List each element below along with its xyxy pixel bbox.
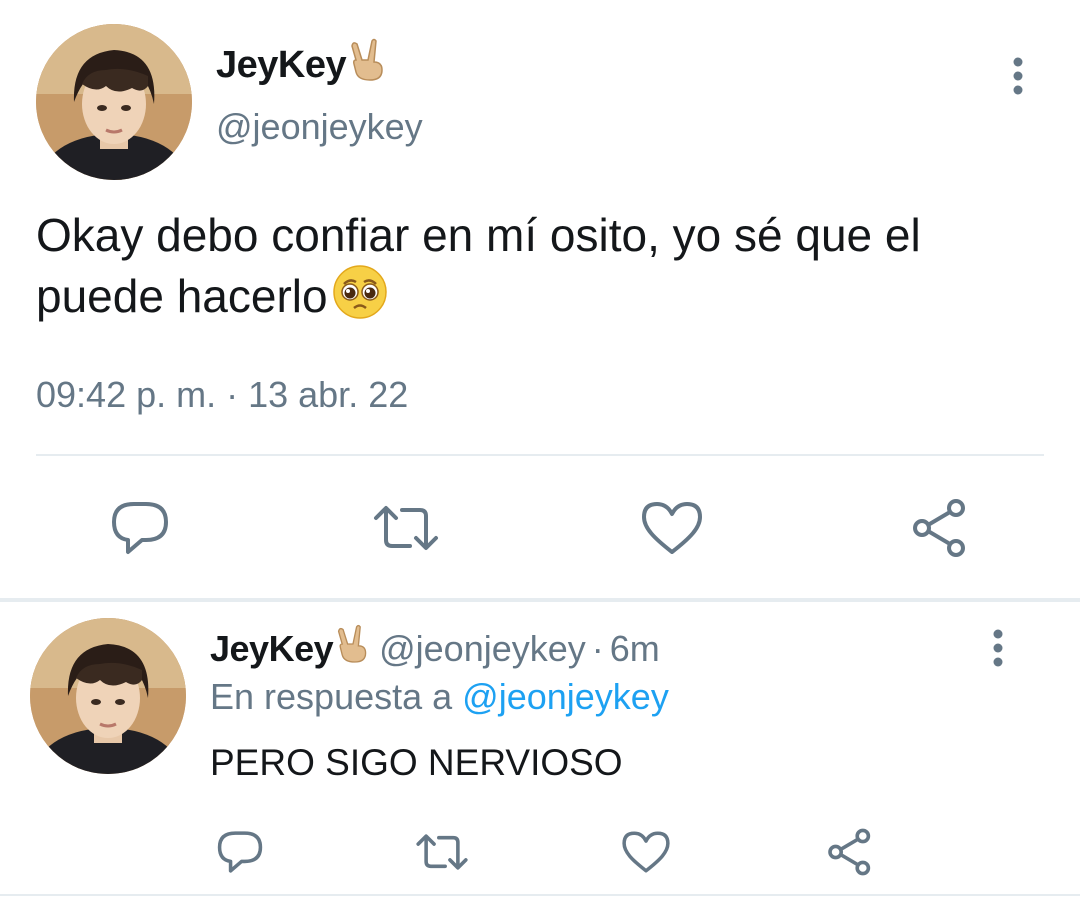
- tweet-timestamp[interactable]: 09:42 p. m. · 13 abr. 22: [36, 374, 408, 416]
- mention-link[interactable]: @jeonjeykey: [462, 676, 669, 717]
- tweet-text-content: Okay debo confiar en mí osito, yo sé que…: [36, 209, 921, 322]
- victory-hand-emoji: [335, 624, 371, 673]
- display-name[interactable]: JeyKey: [216, 38, 388, 92]
- more-vertical-icon[interactable]: [1004, 56, 1032, 96]
- like-icon[interactable]: [614, 822, 678, 882]
- avatar[interactable]: [30, 618, 186, 774]
- profile-photo: [36, 24, 192, 180]
- like-icon[interactable]: [634, 492, 710, 564]
- section-separator: [0, 598, 1080, 602]
- divider: [36, 454, 1044, 456]
- share-icon[interactable]: [904, 492, 976, 564]
- tweet-time-ago[interactable]: 6m: [610, 628, 660, 670]
- share-icon[interactable]: [820, 822, 880, 882]
- pleading-face-emoji: [332, 264, 388, 333]
- in-reply-to-label: En respuesta a: [210, 676, 453, 717]
- reply-icon[interactable]: [210, 822, 270, 882]
- reply-header: JeyKey @jeonjeykey · 6m: [210, 624, 660, 673]
- user-handle[interactable]: @jeonjeykey: [379, 628, 586, 670]
- in-reply-to: En respuesta a @jeonjeykey: [210, 676, 669, 718]
- separator-dot: ·: [591, 627, 604, 669]
- divider: [0, 894, 1080, 896]
- profile-photo: [30, 618, 186, 774]
- tweet-text: Okay debo confiar en mí osito, yo sé que…: [36, 206, 1036, 333]
- retweet-icon[interactable]: [410, 822, 474, 882]
- display-name[interactable]: JeyKey: [210, 628, 334, 670]
- avatar[interactable]: [36, 24, 192, 180]
- user-handle[interactable]: @jeonjeykey: [216, 106, 423, 148]
- display-name-text: JeyKey: [216, 43, 347, 86]
- victory-hand-emoji: [348, 38, 388, 92]
- tweet-text: PERO SIGO NERVIOSO: [210, 742, 623, 783]
- reply-icon[interactable]: [104, 492, 176, 564]
- retweet-icon[interactable]: [368, 492, 444, 564]
- more-vertical-icon[interactable]: [984, 628, 1012, 668]
